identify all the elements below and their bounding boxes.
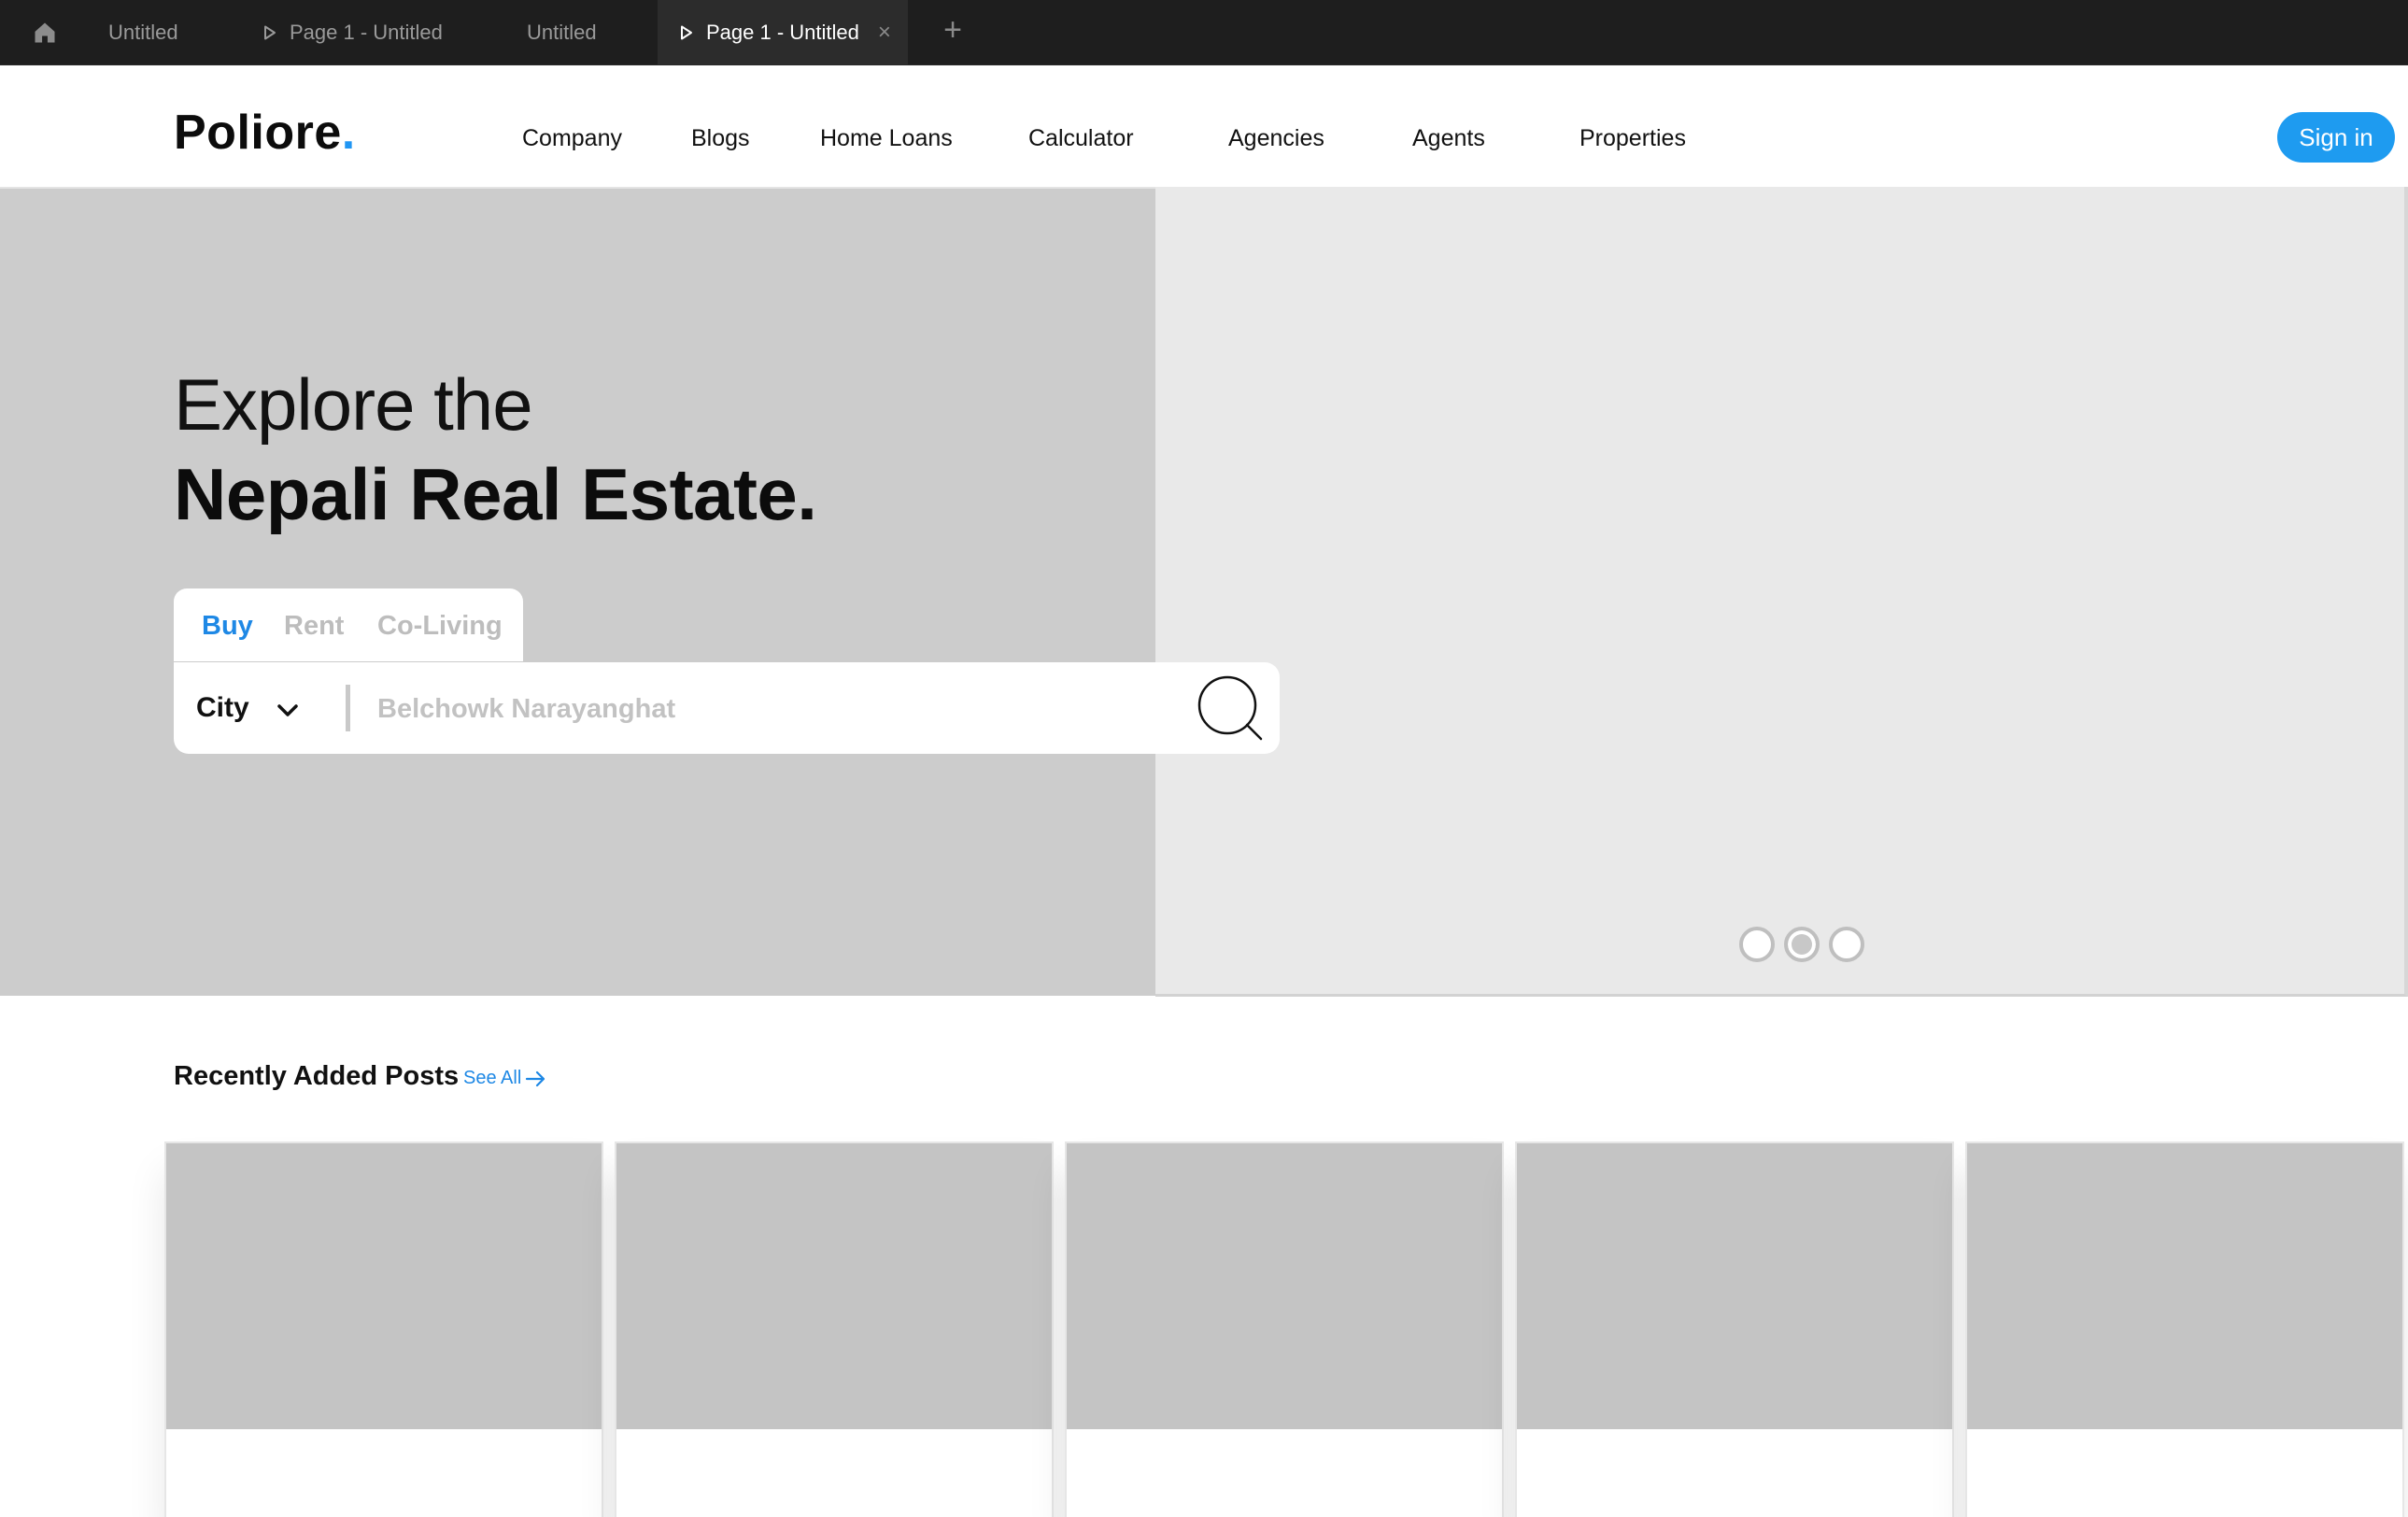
arrow-right-icon bbox=[526, 1070, 545, 1086]
city-dropdown[interactable]: City bbox=[196, 662, 298, 754]
search-button[interactable] bbox=[1196, 673, 1267, 744]
logo[interactable]: Poliore. bbox=[174, 105, 356, 161]
play-icon bbox=[264, 25, 276, 39]
tab-label: Page 1 - Untitled bbox=[290, 20, 443, 44]
post-card-image bbox=[166, 1143, 602, 1429]
nav-agents[interactable]: Agents bbox=[1412, 125, 1485, 152]
tab-3[interactable]: Untitled bbox=[527, 0, 597, 64]
nav-calculator[interactable]: Calculator bbox=[1028, 125, 1134, 152]
carousel-dot-2-active[interactable] bbox=[1784, 927, 1820, 962]
post-card[interactable] bbox=[166, 1143, 602, 1517]
nav-home-loans[interactable]: Home Loans bbox=[820, 125, 953, 152]
tab-2[interactable]: Page 1 - Untitled bbox=[263, 0, 443, 64]
home-icon bbox=[35, 22, 55, 43]
hero-image-carousel bbox=[1155, 187, 2408, 997]
chevron-down-icon bbox=[276, 704, 298, 716]
carousel-dot-1[interactable] bbox=[1739, 927, 1775, 962]
app-tab-bar: Untitled Page 1 - Untitled Untitled Page… bbox=[0, 0, 2408, 65]
new-tab-button[interactable]: + bbox=[936, 13, 970, 47]
post-card-image bbox=[1967, 1143, 2402, 1429]
see-all-label: See All bbox=[463, 1068, 522, 1088]
nav-properties[interactable]: Properties bbox=[1579, 125, 1686, 152]
nav-blogs[interactable]: Blogs bbox=[691, 125, 750, 152]
search-divider bbox=[346, 685, 350, 731]
site-header: Poliore. Company Blogs Home Loans Calcul… bbox=[0, 65, 2408, 189]
post-card[interactable] bbox=[1967, 1143, 2402, 1517]
listing-mode-tabs: Buy Rent Co-Living bbox=[174, 588, 523, 661]
logo-text: Poliore bbox=[174, 106, 342, 160]
mode-tab-co-living[interactable]: Co-Living bbox=[377, 611, 503, 642]
post-card-image bbox=[1517, 1143, 1952, 1429]
search-icon bbox=[1197, 675, 1263, 741]
hero-left-panel bbox=[0, 189, 1155, 996]
carousel-dots bbox=[1739, 927, 1864, 962]
hero-title-line-1: Explore the bbox=[174, 363, 533, 446]
post-card-image bbox=[616, 1143, 1052, 1429]
tab-1[interactable]: Untitled bbox=[108, 0, 178, 64]
nav-company[interactable]: Company bbox=[522, 125, 622, 152]
post-card[interactable] bbox=[616, 1143, 1052, 1517]
logo-dot: . bbox=[341, 106, 356, 160]
post-card-image bbox=[1067, 1143, 1502, 1429]
tab-4-active[interactable]: Page 1 - Untitled × bbox=[658, 0, 908, 64]
close-icon[interactable]: × bbox=[878, 20, 891, 46]
tab-label: Untitled bbox=[527, 20, 597, 44]
play-icon bbox=[681, 25, 692, 39]
nav-agencies[interactable]: Agencies bbox=[1228, 125, 1324, 152]
city-dropdown-label: City bbox=[196, 692, 249, 723]
tab-label: Untitled bbox=[108, 20, 178, 44]
location-search-input[interactable] bbox=[375, 683, 1126, 735]
tab-label: Page 1 - Untitled bbox=[706, 20, 859, 44]
home-button[interactable] bbox=[28, 17, 62, 49]
property-search-bar: City bbox=[174, 662, 1280, 754]
carousel-dot-3[interactable] bbox=[1829, 927, 1864, 962]
mode-tab-buy[interactable]: Buy bbox=[202, 611, 253, 642]
post-card[interactable] bbox=[1517, 1143, 1952, 1517]
hero-title-line-2: Nepali Real Estate. bbox=[174, 453, 817, 535]
mode-tab-rent[interactable]: Rent bbox=[284, 611, 344, 642]
recent-posts-title: Recently Added Posts bbox=[174, 1061, 460, 1091]
post-card[interactable] bbox=[1067, 1143, 1502, 1517]
sign-in-button[interactable]: Sign in bbox=[2277, 112, 2395, 163]
see-all-link[interactable]: See All bbox=[463, 1068, 547, 1089]
plus-icon: + bbox=[943, 12, 962, 48]
